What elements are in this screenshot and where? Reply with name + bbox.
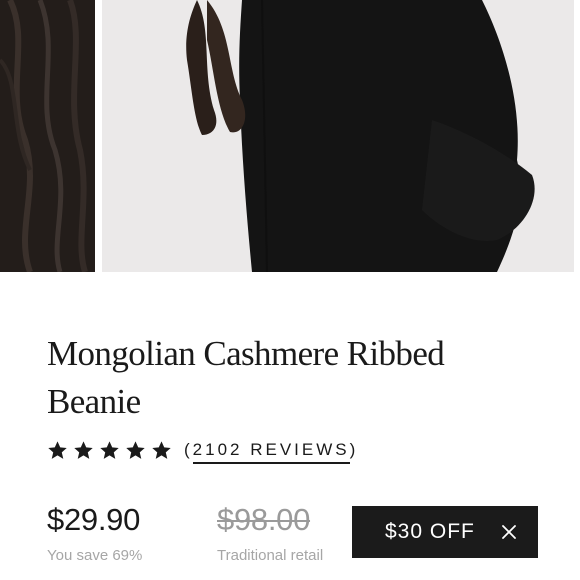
star-icon <box>126 440 145 459</box>
discount-label: $30 OFF <box>385 520 475 543</box>
star-rating <box>47 440 172 461</box>
model-image <box>102 0 574 272</box>
star-icon <box>48 440 67 459</box>
discount-banner: $30 OFF <box>352 506 538 558</box>
reviews-link[interactable]: (2102 REVIEWS) <box>184 440 359 464</box>
rating-summary: (2102 REVIEWS) <box>47 436 358 464</box>
savings-text: You save 69% <box>47 547 143 564</box>
reviews-close-paren: ) <box>349 440 359 459</box>
reviews-count: 2102 REVIEWS <box>192 440 350 464</box>
sale-price: $29.90 <box>47 502 141 537</box>
gallery-thumbnail[interactable] <box>0 0 95 272</box>
close-icon[interactable] <box>502 525 516 539</box>
product-gallery <box>0 0 580 272</box>
main-product-photo[interactable] <box>102 0 574 272</box>
retail-label: Traditional retail <box>217 547 324 564</box>
product-title: Mongolian Cashmere Ribbed Beanie <box>47 334 445 421</box>
star-icon <box>74 440 93 459</box>
star-icon <box>100 440 119 459</box>
reviews-open-paren: ( <box>184 440 193 459</box>
hair-image <box>0 0 95 272</box>
retail-price: $98.00 <box>217 502 311 537</box>
star-icon <box>152 440 171 459</box>
price-row: $29.90 You save 69% $98.00 Traditional r… <box>47 500 547 570</box>
product-info: Mongolian Cashmere Ribbed Beanie <box>47 330 547 426</box>
